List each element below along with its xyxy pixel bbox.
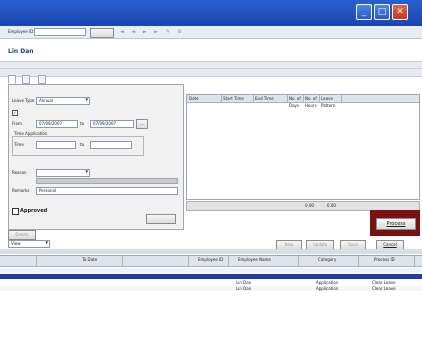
leave-type-select[interactable]: Annual ▾	[36, 97, 90, 105]
row-cell: Lin Dan	[236, 286, 252, 291]
close-button[interactable]: ✕	[392, 4, 408, 20]
from-date-label: From	[12, 121, 22, 126]
approved-label: Approved	[20, 208, 48, 214]
leave-type-label: Leave Type	[12, 98, 35, 103]
remarks-input[interactable]: Personal	[36, 187, 178, 195]
column-header-to-date[interactable]: To Date	[80, 256, 123, 266]
column-header-leave-pattern[interactable]: Leave Pattern	[319, 95, 342, 108]
remarks-label: Remarks	[12, 188, 30, 193]
table-row[interactable]: Lin Dan Application Clear Leave	[0, 280, 422, 285]
leave-records-header: Date Start Time End Time No. of Days No.…	[187, 95, 419, 108]
row-cell: Lin Dan	[236, 280, 252, 285]
filter-band	[0, 249, 422, 254]
time-label: Time	[14, 142, 24, 147]
clear-button[interactable]	[146, 214, 176, 224]
grid-group-header[interactable]	[0, 268, 422, 273]
navigation-arrows-icon[interactable]: ◄ ◄ ► ► ✎ ⚙	[120, 29, 185, 35]
column-header-start-time[interactable]: Start Time	[221, 95, 254, 102]
column-header-end-time[interactable]: End Time	[253, 95, 288, 102]
column-header-employee-id[interactable]: Employee ID	[196, 256, 229, 266]
column-header-employee-name[interactable]: Employee Name	[236, 256, 299, 266]
from-date-input[interactable]: 07/09/2007	[36, 120, 78, 128]
to-date-value: 07/09/2007	[93, 121, 117, 126]
reason-select[interactable]: ▾	[36, 169, 90, 177]
from-date-value: 07/09/2007	[39, 121, 63, 126]
time-from-input[interactable]	[36, 141, 76, 149]
column-header-category[interactable]: Category	[316, 256, 359, 266]
column-header-days[interactable]: No. of Days	[287, 95, 304, 108]
leave-process-grid-header: To Date Employee ID Employee Name Catego…	[0, 256, 422, 267]
column-header-process-id[interactable]: Process ID	[372, 256, 415, 266]
process-button[interactable]: Process	[376, 218, 416, 230]
application-window: _ □ ✕ Employee ID ◄ ◄ ► ► ✎ ⚙ Lin Dan Le…	[0, 0, 422, 343]
view-select[interactable]: View ▾	[8, 240, 50, 248]
search-button[interactable]	[90, 28, 114, 38]
row-cell: Application	[316, 280, 339, 285]
column-header-date[interactable]: Date	[187, 95, 222, 102]
row-cell: Clear Leave	[372, 286, 396, 291]
minimize-button[interactable]: _	[356, 4, 372, 20]
calendar-button[interactable]: …	[136, 119, 148, 129]
row-cell: Application	[316, 286, 339, 291]
delete-button[interactable]: Delete	[8, 230, 36, 240]
records-status-value: 0.00	[327, 203, 336, 208]
chevron-down-icon: ▾	[85, 169, 88, 175]
column-header-hours[interactable]: No. of Hours	[303, 95, 320, 108]
table-row[interactable]: Lin Dan Application Clear Leave	[0, 286, 422, 291]
row-cell: Clear Leave	[372, 280, 396, 285]
maximize-button[interactable]: □	[374, 4, 390, 20]
reason-detail-bar	[36, 178, 178, 184]
leave-type-value: Annual	[39, 98, 53, 103]
leave-records-grid: Date Start Time End Time No. of Days No.…	[186, 94, 420, 200]
time-to-label: to	[80, 142, 85, 147]
chevron-down-icon: ▾	[85, 97, 88, 103]
to-date-label: to	[80, 121, 85, 126]
approved-checkbox[interactable]	[12, 208, 19, 215]
time-to-input[interactable]	[90, 141, 132, 149]
reflection-fade	[0, 298, 422, 343]
multi-application-checkbox[interactable]: ✓	[12, 110, 18, 116]
table-row[interactable]	[0, 274, 422, 279]
chevron-down-icon: ▾	[45, 240, 48, 246]
records-status-label: 0.00	[305, 203, 314, 208]
column-header-from-date[interactable]	[4, 256, 37, 266]
employee-id-input[interactable]	[34, 28, 86, 36]
remarks-value: Personal	[39, 188, 57, 193]
column-header-leave-type[interactable]	[146, 256, 189, 266]
to-date-input[interactable]: 07/09/2007	[90, 120, 134, 128]
tab-leave[interactable]	[8, 75, 16, 84]
employee-name: Lin Dan	[8, 48, 34, 55]
employee-id-label: Employee ID	[8, 29, 34, 34]
view-select-value: View	[11, 241, 21, 246]
detail-band	[0, 68, 422, 77]
reason-label: Reason	[12, 170, 27, 175]
tab-log-file[interactable]	[38, 75, 46, 84]
tab-status[interactable]	[22, 75, 30, 84]
